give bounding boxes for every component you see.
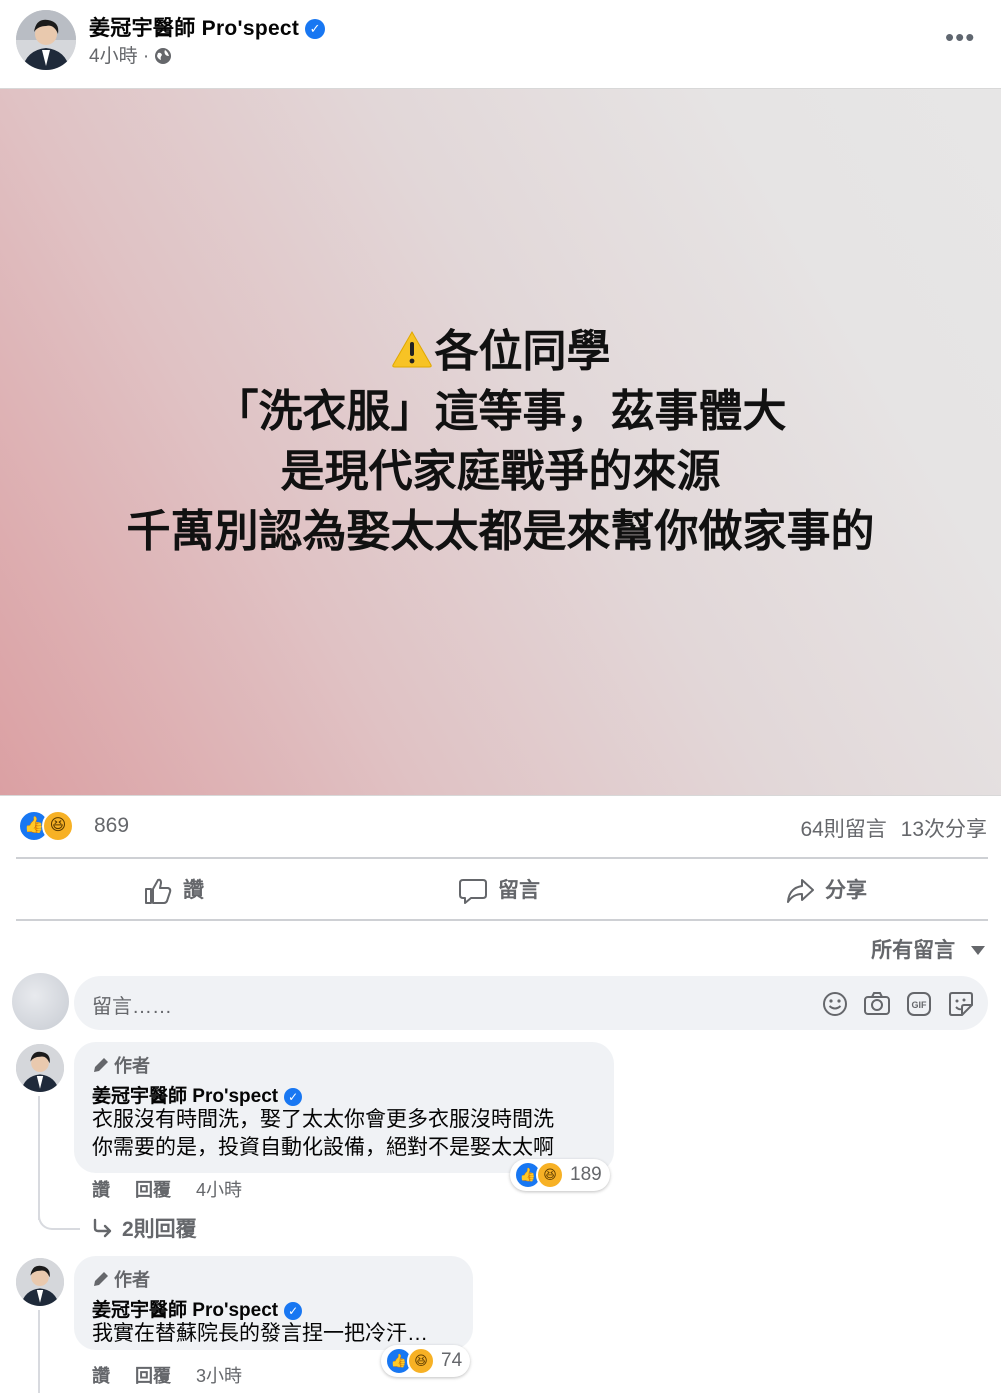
comment-1-text-line-2: 你需要的是，投資自動化設備，絕對不是娶太太啊 xyxy=(92,1136,554,1159)
comment-1-like-button[interactable]: 讚 xyxy=(92,1180,110,1200)
comment-2-bubble: 作者 姜冠宇醫師 Pro'spect ✓ 我實在替蘇院長的發言捏一把冷汗… xyxy=(74,1256,473,1350)
post-line-1: 各位同學 xyxy=(0,322,1001,382)
reaction-summary[interactable]: 👍 😆 869 xyxy=(18,810,129,842)
thread-line-1 xyxy=(38,1096,40,1220)
comment-1-timestamp[interactable]: 4小時 xyxy=(196,1180,242,1200)
chevron-down-icon xyxy=(971,937,985,961)
comment-input-box[interactable]: 留言…… GIF xyxy=(74,976,988,1030)
divider-top xyxy=(16,857,988,859)
share-button[interactable]: 分享 xyxy=(785,874,867,906)
reply-arrow-icon xyxy=(92,1218,114,1244)
comment-2-timestamp[interactable]: 3小時 xyxy=(196,1366,242,1386)
globe-icon xyxy=(154,47,172,71)
comment-2-text-line-1: 我實在替蘇院長的發言捏一把冷汗… xyxy=(92,1322,428,1345)
post-line-4: 千萬別認為娶太太都是來幫你做家事的 xyxy=(126,507,875,556)
comment-count[interactable]: 64則留言 xyxy=(800,818,886,841)
share-label: 分享 xyxy=(825,879,867,902)
share-arrow-icon xyxy=(787,879,814,904)
comment-1-avatar[interactable] xyxy=(16,1044,64,1092)
comment-1-reaction-count: 189 xyxy=(570,1164,602,1185)
haha-reaction-icon: 😆 xyxy=(42,810,74,842)
comment-2-author-badge: 作者 xyxy=(114,1270,150,1290)
thread-line-2 xyxy=(38,1310,40,1393)
comment-button[interactable]: 留言 xyxy=(458,874,540,906)
like-button[interactable]: 讚 xyxy=(143,874,204,906)
comment-2-reply-button[interactable]: 回覆 xyxy=(135,1366,171,1386)
warning-icon xyxy=(391,324,433,368)
thumbs-up-icon xyxy=(145,879,172,905)
verified-badge-icon: ✓ xyxy=(305,19,326,40)
emoji-icon[interactable] xyxy=(822,991,848,1022)
more-icon: ••• xyxy=(945,22,976,52)
like-label: 讚 xyxy=(183,879,204,902)
comment-filter-label: 所有留言 xyxy=(871,939,956,962)
meta-separator: · xyxy=(142,46,150,67)
post-line-3: 是現代家庭戰爭的來源 xyxy=(280,447,721,496)
post-line-2: 「洗衣服」這等事，茲事體大 xyxy=(214,387,787,436)
post-line-1-text: 各位同學 xyxy=(434,327,611,376)
comment-1-bubble: 作者 姜冠宇醫師 Pro'spect ✓ 衣服沒有時間洗，娶了太太你會更多衣服沒時… xyxy=(74,1042,614,1173)
comment-2-reaction-count: 74 xyxy=(441,1350,463,1371)
author-pen-icon xyxy=(92,1270,110,1293)
share-count[interactable]: 13次分享 xyxy=(901,818,987,841)
comment-label: 留言 xyxy=(498,879,540,902)
comment-2-author-name[interactable]: 姜冠宇醫師 Pro'spect xyxy=(92,1300,278,1321)
comment-1-reactions[interactable]: 👍 😆 189 xyxy=(510,1159,610,1191)
svg-text:GIF: GIF xyxy=(912,1000,928,1010)
reaction-count: 869 xyxy=(94,814,130,837)
comment-filter-dropdown[interactable]: 所有留言 xyxy=(871,934,985,964)
post-author-name[interactable]: 姜冠宇醫師 Pro'spect xyxy=(89,17,299,40)
verified-badge-icon: ✓ xyxy=(284,1301,303,1320)
comment-input-placeholder[interactable]: 留言…… xyxy=(92,990,172,1019)
post-text: 各位同學 「洗衣服」這等事，茲事體大 是現代家庭戰爭的來源 千萬別認為娶太太都是… xyxy=(0,322,1001,562)
thread-elbow-1 xyxy=(38,1204,80,1230)
comment-1-view-replies[interactable]: 2則回覆 xyxy=(92,1213,197,1244)
verified-badge-icon: ✓ xyxy=(284,1087,303,1106)
comment-1-author-badge: 作者 xyxy=(114,1056,150,1076)
comment-1-reply-button[interactable]: 回覆 xyxy=(135,1180,171,1200)
author-avatar[interactable] xyxy=(16,10,76,70)
haha-reaction-icon: 😆 xyxy=(407,1347,435,1375)
comment-2-avatar[interactable] xyxy=(16,1258,64,1306)
comment-bubble-icon xyxy=(459,879,487,905)
post-timestamp[interactable]: 4小時 xyxy=(89,46,138,67)
gif-icon[interactable]: GIF xyxy=(906,991,932,1022)
comment-1-text-line-1: 衣服沒有時間洗，娶了太太你會更多衣服沒時間洗 xyxy=(92,1108,554,1131)
current-user-avatar xyxy=(12,973,69,1030)
haha-reaction-icon: 😆 xyxy=(536,1161,564,1189)
camera-icon[interactable] xyxy=(863,991,891,1022)
comment-2-like-button[interactable]: 讚 xyxy=(92,1366,110,1386)
comment-2-reactions[interactable]: 👍 😆 74 xyxy=(381,1345,471,1377)
comment-1-replies-label: 2則回覆 xyxy=(122,1218,197,1241)
author-pen-icon xyxy=(92,1056,110,1079)
comment-1-author-name[interactable]: 姜冠宇醫師 Pro'spect xyxy=(92,1086,278,1107)
divider-bottom xyxy=(16,919,988,921)
sticker-icon[interactable] xyxy=(948,991,974,1022)
more-options-button[interactable]: ••• xyxy=(945,22,975,53)
